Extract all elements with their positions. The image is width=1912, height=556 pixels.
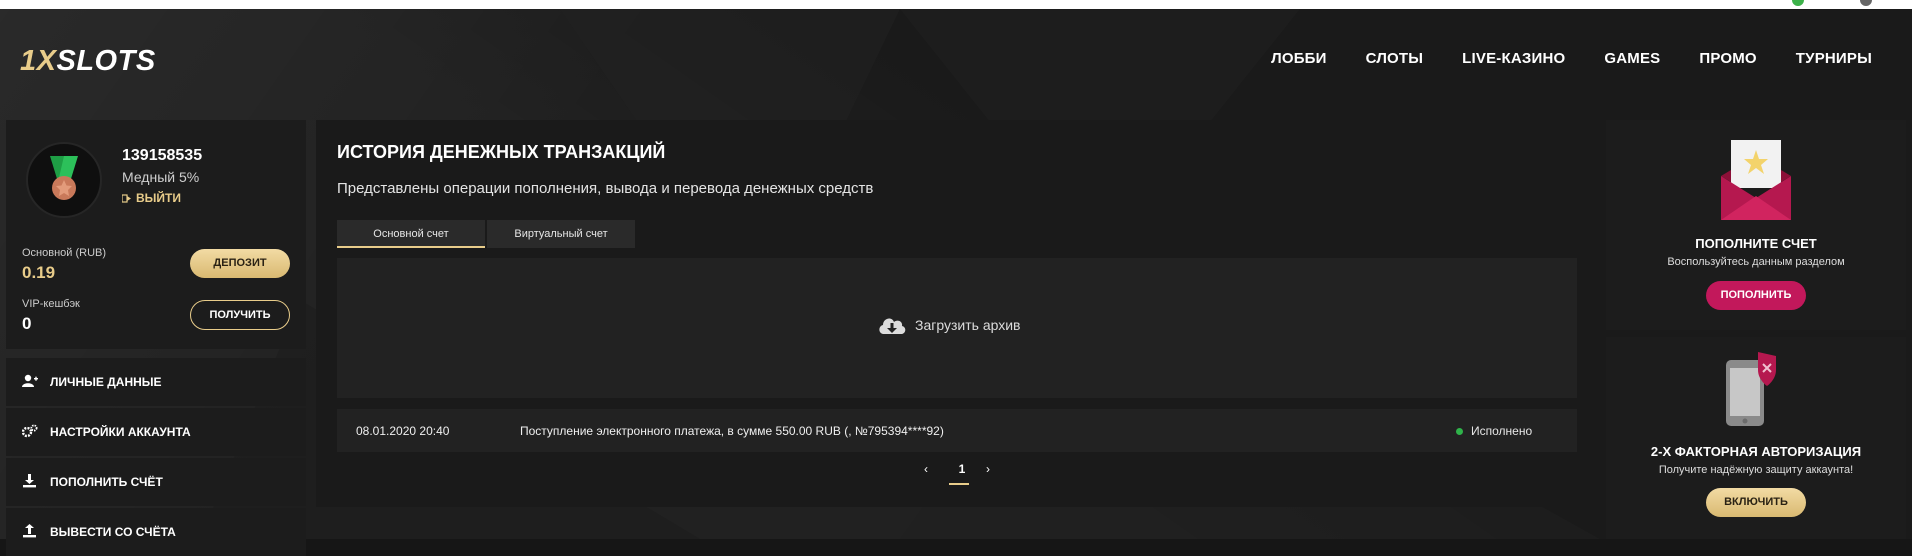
page-title: ИСТОРИЯ ДЕНЕЖНЫХ ТРАНЗАКЦИЙ xyxy=(337,142,666,162)
logout-icon xyxy=(121,194,131,203)
status-dot-icon xyxy=(1456,428,1463,435)
profile-card: 139158535 Медный 5% ВЫЙТИ Основной (RUB)… xyxy=(6,120,306,349)
menu-label: ЛИЧНЫЕ ДАННЫЕ xyxy=(50,375,162,389)
upload-icon xyxy=(23,524,36,538)
menu-withdraw[interactable]: ВЫВЕСТИ СО СЧЁТА xyxy=(6,508,306,556)
transaction-description: Поступление электронного платежа, в сумм… xyxy=(520,424,944,438)
nav-lobby[interactable]: ЛОББИ xyxy=(1271,50,1327,67)
status-indicator-icon xyxy=(1860,0,1872,6)
main-nav: ЛОББИ СЛОТЫ LIVE-КАЗИНО GAMES ПРОМО ТУРН… xyxy=(1271,50,1872,67)
site-logo[interactable]: 1XSLOTS xyxy=(20,45,156,78)
replenish-button[interactable]: ПОПОЛНИТЬ xyxy=(1706,281,1806,310)
logout-link[interactable]: ВЫЙТИ xyxy=(121,191,181,205)
claim-cashback-button[interactable]: ПОЛУЧИТЬ xyxy=(190,300,290,330)
cashback-value: 0 xyxy=(22,314,32,333)
pagination-prev-button[interactable]: ‹ xyxy=(924,462,928,476)
nav-slots[interactable]: СЛОТЫ xyxy=(1366,50,1424,67)
two-factor-title: 2-Х ФАКТОРНАЯ АВТОРИЗАЦИЯ xyxy=(1650,444,1862,459)
gears-icon xyxy=(22,424,38,438)
avatar xyxy=(26,142,102,218)
phone-shield-icon xyxy=(1726,352,1776,426)
deposit-card-subtitle: Воспользуйтесь данным разделом xyxy=(1667,256,1845,268)
deposit-button[interactable]: ДЕПОЗИТ xyxy=(190,249,290,278)
tab-main-account[interactable]: Основной счет xyxy=(337,220,485,248)
cashback-label: VIP-кешбэк xyxy=(22,298,80,310)
enable-2fa-button[interactable]: ВКЛЮЧИТЬ xyxy=(1706,488,1806,517)
deposit-card-title: ПОПОЛНИТЕ СЧЕТ xyxy=(1695,236,1817,251)
account-tabs: Основной счет Виртуальный счет xyxy=(337,220,635,248)
transaction-datetime: 08.01.2020 20:40 xyxy=(356,424,450,438)
menu-deposit[interactable]: ПОПОЛНИТЬ СЧЁТ xyxy=(6,458,306,506)
two-factor-card: 2-Х ФАКТОРНАЯ АВТОРИЗАЦИЯ Получите надёж… xyxy=(1606,337,1906,539)
two-factor-subtitle: Получите надёжную защиту аккаунта! xyxy=(1658,464,1854,476)
status-indicator-icon xyxy=(1792,0,1804,6)
envelope-star-icon xyxy=(1721,140,1791,220)
balance-label: Основной (RUB) xyxy=(22,247,107,259)
tab-virtual-account[interactable]: Виртуальный счет xyxy=(487,220,635,248)
pagination-next-button[interactable]: › xyxy=(986,462,990,476)
menu-account-settings[interactable]: НАСТРОЙКИ АККАУНТА xyxy=(6,408,306,456)
deposit-promo-card: ПОПОЛНИТЕ СЧЕТ Воспользуйтесь данным раз… xyxy=(1606,120,1906,330)
archive-area: Загрузить архив xyxy=(337,258,1577,398)
browser-top-strip xyxy=(0,0,1912,9)
nav-games[interactable]: GAMES xyxy=(1604,50,1660,67)
table-row[interactable]: 08.01.2020 20:40 Поступление электронног… xyxy=(337,409,1577,452)
pagination-active-underline xyxy=(949,483,969,485)
nav-live-casino[interactable]: LIVE-КАЗИНО xyxy=(1462,50,1565,67)
user-rank: Медный 5% xyxy=(122,169,200,185)
logout-label: ВЫЙТИ xyxy=(136,191,181,205)
page-subtitle: Представлены операции пополнения, вывода… xyxy=(337,180,874,197)
nav-promo[interactable]: ПРОМО xyxy=(1699,50,1756,67)
download-archive-label: Загрузить архив xyxy=(915,317,1021,333)
menu-label: ВЫВЕСТИ СО СЧЁТА xyxy=(50,525,176,539)
download-archive-link[interactable]: Загрузить архив xyxy=(877,314,1021,336)
logo-suffix: SLOTS xyxy=(56,45,156,77)
menu-personal-data[interactable]: ЛИЧНЫЕ ДАННЫЕ xyxy=(6,358,306,406)
transaction-status: Исполнено xyxy=(1471,424,1533,438)
menu-label: ПОПОЛНИТЬ СЧЁТ xyxy=(50,475,163,489)
pagination-page-1[interactable]: 1 xyxy=(952,462,972,476)
transaction-history-panel: ИСТОРИЯ ДЕНЕЖНЫХ ТРАНЗАКЦИЙ Представлены… xyxy=(316,120,1596,507)
site-header: 1XSLOTS ЛОББИ СЛОТЫ LIVE-КАЗИНО GAMES ПР… xyxy=(0,9,1912,109)
logo-prefix: 1X xyxy=(20,45,57,77)
user-plus-icon xyxy=(22,374,38,387)
menu-label: НАСТРОЙКИ АККАУНТА xyxy=(50,425,191,439)
user-id: 139158535 xyxy=(122,147,203,164)
copper-medal-icon xyxy=(50,156,78,200)
nav-tournaments[interactable]: ТУРНИРЫ xyxy=(1796,50,1872,67)
download-icon xyxy=(23,474,36,488)
cloud-download-icon xyxy=(879,318,906,334)
balance-value: 0.19 xyxy=(22,263,56,282)
